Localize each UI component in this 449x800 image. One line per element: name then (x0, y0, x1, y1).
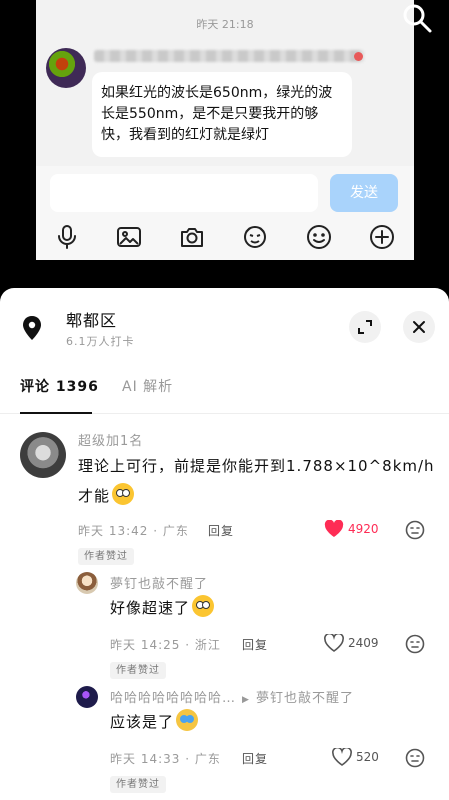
dislike-face-icon[interactable] (405, 520, 425, 540)
chat-message-bubble: 如果红光的波长是650nm，绿光的波长是550nm，是不是只要我开的够快，我看到… (92, 72, 352, 157)
comment-username[interactable]: 超级加1名 (78, 430, 143, 449)
comment-time: 昨天 13:42 · 广东 (78, 524, 189, 538)
reply-button[interactable]: 回复 (208, 522, 234, 539)
send-button[interactable]: 发送 (330, 174, 398, 212)
status-dot (354, 52, 363, 61)
sticker-icon[interactable] (242, 224, 268, 250)
chat-timestamp: 昨天 21:18 (196, 18, 254, 31)
screen: 昨天 21:18 如果红光的波长是650nm，绿光的波长是550nm，是不是只要… (0, 0, 449, 800)
avatar[interactable] (20, 432, 66, 478)
grin-emoji (112, 483, 135, 505)
tab-comments[interactable]: 评论 1396 (20, 376, 99, 414)
dislike-face-icon[interactable] (405, 748, 425, 768)
camera-icon[interactable] (179, 224, 205, 250)
tab-ai-analysis[interactable]: AI 解析 (122, 376, 173, 414)
reply-button[interactable]: 回复 (242, 636, 268, 653)
chat-input-bar: 发送 (36, 166, 414, 260)
like-button[interactable]: 4920 (324, 520, 384, 540)
reply-time: 昨天 14:33 · 广东 (110, 752, 221, 766)
reply-time: 昨天 14:25 · 浙江 (110, 638, 221, 652)
collapse-icon (358, 320, 372, 334)
like-count: 4920 (348, 522, 379, 536)
close-icon (413, 321, 425, 333)
close-button[interactable] (403, 311, 435, 343)
reply-button[interactable]: 回复 (242, 750, 268, 767)
comments-sheet: 郫都区 6.1万人打卡 评论 1396 AI 解析 超级加1名 理论上可行，前提… (0, 288, 449, 800)
dislike-face-icon[interactable] (405, 634, 425, 654)
dizzy-emoji (192, 595, 215, 617)
emoji-icon[interactable] (306, 224, 332, 250)
avatar[interactable] (76, 686, 98, 708)
tab-bar: 评论 1396 AI 解析 (0, 376, 449, 414)
blurred-sender-name (94, 50, 364, 62)
author-liked-badge: 作者赞过 (78, 548, 134, 565)
reply-username[interactable]: 哈哈哈哈哈哈哈哈… ▶ 夢钉也敲不醒了 (110, 687, 354, 706)
reply-to-username: 夢钉也敲不醒了 (255, 691, 354, 706)
chat-screenshot: 昨天 21:18 如果红光的波长是650nm，绿光的波长是550nm，是不是只要… (36, 0, 414, 260)
comment-text-line2: 才能 (78, 482, 135, 510)
checkin-count: 6.1万人打卡 (66, 335, 135, 348)
mic-icon[interactable] (54, 224, 80, 250)
chat-text-input[interactable] (50, 174, 318, 212)
author-liked-badge: 作者赞过 (110, 662, 166, 679)
collapse-button[interactable] (349, 311, 381, 343)
author-liked-badge: 作者赞过 (110, 776, 166, 793)
heart-outline-icon (324, 634, 344, 652)
add-icon[interactable] (369, 224, 395, 250)
avatar[interactable] (76, 572, 98, 594)
image-icon[interactable] (116, 224, 142, 250)
reply-text: 应该是了 (110, 708, 199, 736)
reply-text: 好像超速了 (110, 594, 215, 622)
sender-avatar (46, 48, 86, 88)
crying-laughing-emoji (176, 709, 199, 731)
like-button[interactable]: 2409 (324, 634, 384, 654)
reply-username[interactable]: 夢钉也敲不醒了 (110, 573, 208, 592)
chat-toolbar (36, 224, 414, 252)
search-icon[interactable] (401, 2, 433, 34)
like-button[interactable]: 520 (332, 748, 392, 768)
like-count: 2409 (348, 636, 379, 650)
comment-text-line1: 理论上可行，前提是你能开到1.788×10^8km/h (78, 457, 435, 475)
heart-outline-icon (332, 748, 352, 766)
like-count: 520 (356, 750, 379, 764)
location-title[interactable]: 郫都区 (66, 307, 117, 331)
location-pin-icon (23, 316, 41, 340)
reply-arrow-icon: ▶ (242, 695, 250, 705)
heart-filled-icon (324, 520, 344, 537)
